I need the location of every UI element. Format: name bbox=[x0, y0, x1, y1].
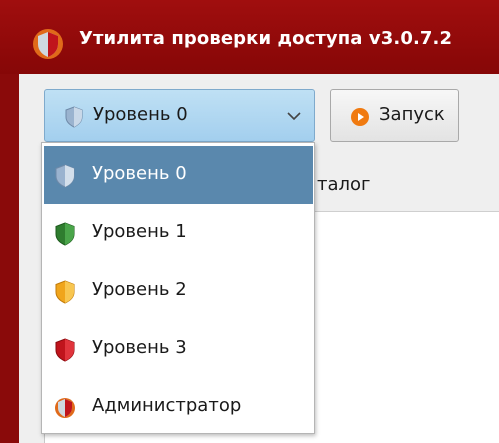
dropdown-item-level-3[interactable]: Уровень 3 bbox=[44, 320, 313, 378]
access-level-select-value: Уровень 0 bbox=[93, 104, 188, 125]
shield-admin-icon bbox=[55, 398, 75, 418]
dropdown-item-label: Уровень 0 bbox=[92, 163, 187, 184]
shield-gray-icon bbox=[55, 164, 75, 188]
shield-green-icon bbox=[55, 222, 75, 246]
dropdown-item-administrator[interactable]: Администратор bbox=[44, 378, 313, 436]
chevron-down-icon bbox=[287, 112, 301, 121]
shield-red-icon bbox=[55, 338, 75, 362]
run-button[interactable]: Запуск bbox=[330, 89, 459, 142]
dropdown-item-label: Уровень 3 bbox=[92, 337, 187, 358]
dropdown-item-label: Администратор bbox=[92, 395, 242, 416]
shield-orange-icon bbox=[55, 280, 75, 304]
play-icon bbox=[351, 108, 369, 126]
access-level-select[interactable]: Уровень 0 bbox=[44, 89, 315, 142]
dropdown-item-level-2[interactable]: Уровень 2 bbox=[44, 262, 313, 320]
access-level-dropdown[interactable]: Уровень 0 Уровень 1 Уровень 2 Уровень 3 … bbox=[41, 142, 315, 434]
dropdown-item-level-1[interactable]: Уровень 1 bbox=[44, 204, 313, 262]
window-title: Утилита проверки доступа v3.0.7.2 bbox=[79, 28, 453, 49]
dropdown-item-level-0[interactable]: Уровень 0 bbox=[44, 146, 313, 204]
shield-icon bbox=[65, 106, 83, 128]
app-shield-icon bbox=[33, 29, 63, 59]
dropdown-item-label: Уровень 1 bbox=[92, 221, 187, 242]
run-button-label: Запуск bbox=[379, 104, 445, 125]
title-bar[interactable]: Утилита проверки доступа v3.0.7.2 bbox=[0, 0, 499, 74]
column-header-catalog[interactable]: талог bbox=[317, 174, 371, 195]
dropdown-item-label: Уровень 2 bbox=[92, 279, 187, 300]
